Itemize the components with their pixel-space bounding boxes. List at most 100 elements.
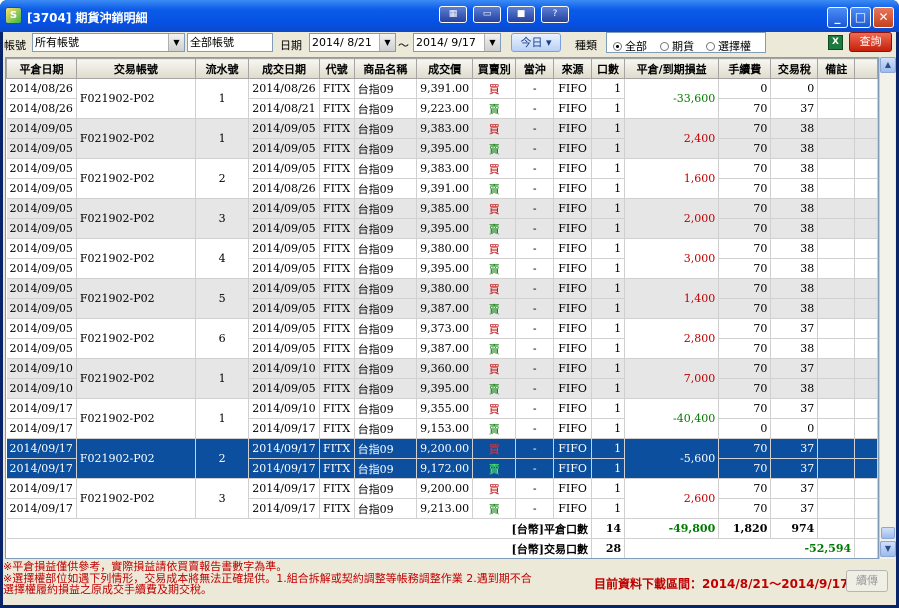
title-bar[interactable]: S [3704] 期貨沖銷明細 ▦ ▭ ■ ? _ □ ✕ <box>0 0 899 32</box>
trade-date-cell: 2014/09/05 <box>248 158 320 179</box>
table-row[interactable]: 2014/09/17 F021902-P02 1 2014/09/10 FITX 台指09… <box>6 398 878 439</box>
resume-download-button[interactable]: 續傳 <box>846 570 888 592</box>
source-cell: FIFO <box>553 198 592 219</box>
qty-cell: 1 <box>591 438 626 459</box>
close-date-cell: 2014/09/05 <box>6 278 77 299</box>
code-cell: FITX <box>319 258 355 279</box>
summary-qty: 14 <box>591 518 626 539</box>
table-row[interactable]: 2014/08/26 F021902-P02 1 2014/08/26 FITX 台指09… <box>6 78 878 119</box>
column-header[interactable]: 口數 <box>590 58 626 79</box>
fee-cell: 70 <box>718 318 772 339</box>
date-separator: ～ <box>398 39 409 52</box>
remark-cell <box>817 338 856 359</box>
scroll-up-icon[interactable]: ▲ <box>880 57 896 73</box>
close-date-cell: 2014/09/05 <box>6 238 77 259</box>
column-header[interactable]: 平倉/到期損益 <box>624 58 720 79</box>
window-icon[interactable]: ▭ <box>473 6 501 23</box>
today-button[interactable]: 今日 ▾ <box>511 33 561 52</box>
price-cell: 9,383.00 <box>416 158 474 179</box>
table-row[interactable]: 2014/09/05 F021902-P02 6 2014/09/05 FITX 台指09… <box>6 318 878 359</box>
column-header[interactable]: 當沖 <box>515 58 555 79</box>
column-header[interactable]: 商品名稱 <box>353 58 418 79</box>
column-header[interactable]: 交易帳號 <box>75 58 196 79</box>
column-header[interactable]: 手續費 <box>718 58 772 79</box>
side-cell: 賣 <box>472 498 517 519</box>
table-row[interactable]: 2014/09/05 F021902-P02 4 2014/09/05 FITX 台指09… <box>6 238 878 279</box>
source-cell: FIFO <box>553 118 592 139</box>
column-header[interactable]: 備註 <box>817 58 856 79</box>
scroll-down-icon[interactable]: ▼ <box>880 541 896 557</box>
serial-cell: 1 <box>195 358 250 399</box>
trade-date-cell: 2014/09/17 <box>248 438 320 459</box>
column-header[interactable]: 平倉日期 <box>6 58 77 79</box>
filler-cell <box>854 378 878 399</box>
filler-cell <box>854 298 878 319</box>
price-cell: 9,387.00 <box>416 338 474 359</box>
column-header[interactable]: 買賣別 <box>472 58 517 79</box>
column-header[interactable]: 交易稅 <box>770 58 819 79</box>
product-name-cell: 台指09 <box>354 238 418 259</box>
account-select[interactable]: 所有帳號 ▼ <box>32 33 185 52</box>
column-header[interactable]: 流水號 <box>194 58 250 79</box>
excel-export-icon[interactable]: X <box>828 35 843 50</box>
kind-radio-options[interactable]: 選擇權 <box>706 38 751 54</box>
tax-cell: 38 <box>770 118 819 139</box>
product-name-cell: 台指09 <box>354 78 418 99</box>
close-button[interactable]: ✕ <box>873 7 894 28</box>
table-row[interactable]: 2014/09/10 F021902-P02 1 2014/09/10 FITX 台指09… <box>6 358 878 399</box>
date-to-picker[interactable]: 2014/ 9/17 ▼ <box>413 33 501 52</box>
query-button[interactable]: 查詢 <box>849 32 892 52</box>
remark-cell <box>817 498 856 519</box>
side-cell: 買 <box>472 198 517 219</box>
fee-cell: 70 <box>718 398 772 419</box>
account-name-field[interactable]: 全部帳號 <box>187 33 273 52</box>
fee-cell: 70 <box>718 138 772 159</box>
tax-cell: 38 <box>770 158 819 179</box>
column-header[interactable]: 代號 <box>318 58 355 79</box>
remark-cell <box>817 278 856 299</box>
table-row[interactable]: 2014/09/17 F021902-P02 3 2014/09/17 FITX 台指09… <box>6 478 878 519</box>
kind-radio-all[interactable]: 全部 <box>613 38 647 54</box>
column-header[interactable]: 成交日期 <box>248 58 320 79</box>
trade-date-cell: 2014/09/05 <box>248 258 320 279</box>
product-name-cell: 台指09 <box>354 478 418 499</box>
scroll-thumb[interactable] <box>881 527 895 539</box>
product-name-cell: 台指09 <box>354 298 418 319</box>
table-row[interactable]: 2014/09/05 F021902-P02 2 2014/09/05 FITX 台指09… <box>6 158 878 199</box>
qty-cell: 1 <box>591 398 626 419</box>
side-cell: 買 <box>472 318 517 339</box>
source-cell: FIFO <box>553 498 592 519</box>
chevron-down-icon[interactable]: ▼ <box>484 34 500 51</box>
serial-cell: 5 <box>195 278 250 319</box>
vertical-scrollbar[interactable]: ▲ ▼ <box>879 57 896 559</box>
table-row[interactable]: 2014/09/05 F021902-P02 1 2014/09/05 FITX 台指09… <box>6 118 878 159</box>
help-icon[interactable]: ? <box>541 6 569 23</box>
table-row[interactable]: 2014/09/17 F021902-P02 2 2014/09/17 FITX 台指09… <box>6 438 878 479</box>
chevron-down-icon[interactable]: ▼ <box>379 34 395 51</box>
date-from-picker[interactable]: 2014/ 8/21 ▼ <box>309 33 396 52</box>
source-cell: FIFO <box>553 338 592 359</box>
code-cell: FITX <box>319 498 355 519</box>
table-row[interactable]: 2014/09/05 F021902-P02 5 2014/09/05 FITX 台指09… <box>6 278 878 319</box>
fee-cell: 70 <box>718 238 772 259</box>
filler-cell <box>854 178 878 199</box>
minimize-button[interactable]: _ <box>827 7 848 28</box>
table-row[interactable]: 2014/09/05 F021902-P02 3 2014/09/05 FITX 台指09… <box>6 198 878 239</box>
qty-cell: 1 <box>591 458 626 479</box>
maximize-button[interactable]: □ <box>850 7 871 28</box>
chevron-down-icon[interactable]: ▼ <box>168 34 184 51</box>
tax-cell: 38 <box>770 198 819 219</box>
summary-fee: 1,820 <box>718 518 772 539</box>
close-date-cell: 2014/09/17 <box>6 458 77 479</box>
filler-cell <box>854 498 878 519</box>
remark-cell <box>817 218 856 239</box>
column-header[interactable]: 來源 <box>553 58 592 79</box>
camera-icon[interactable]: ■ <box>507 6 535 23</box>
column-header[interactable]: 成交價 <box>416 58 474 79</box>
kind-radio-futures[interactable]: 期貨 <box>660 38 694 54</box>
code-cell: FITX <box>319 318 355 339</box>
account-cell: F021902-P02 <box>76 438 196 479</box>
layout-icon[interactable]: ▦ <box>439 6 467 23</box>
side-cell: 賣 <box>472 298 517 319</box>
qty-cell: 1 <box>591 118 626 139</box>
